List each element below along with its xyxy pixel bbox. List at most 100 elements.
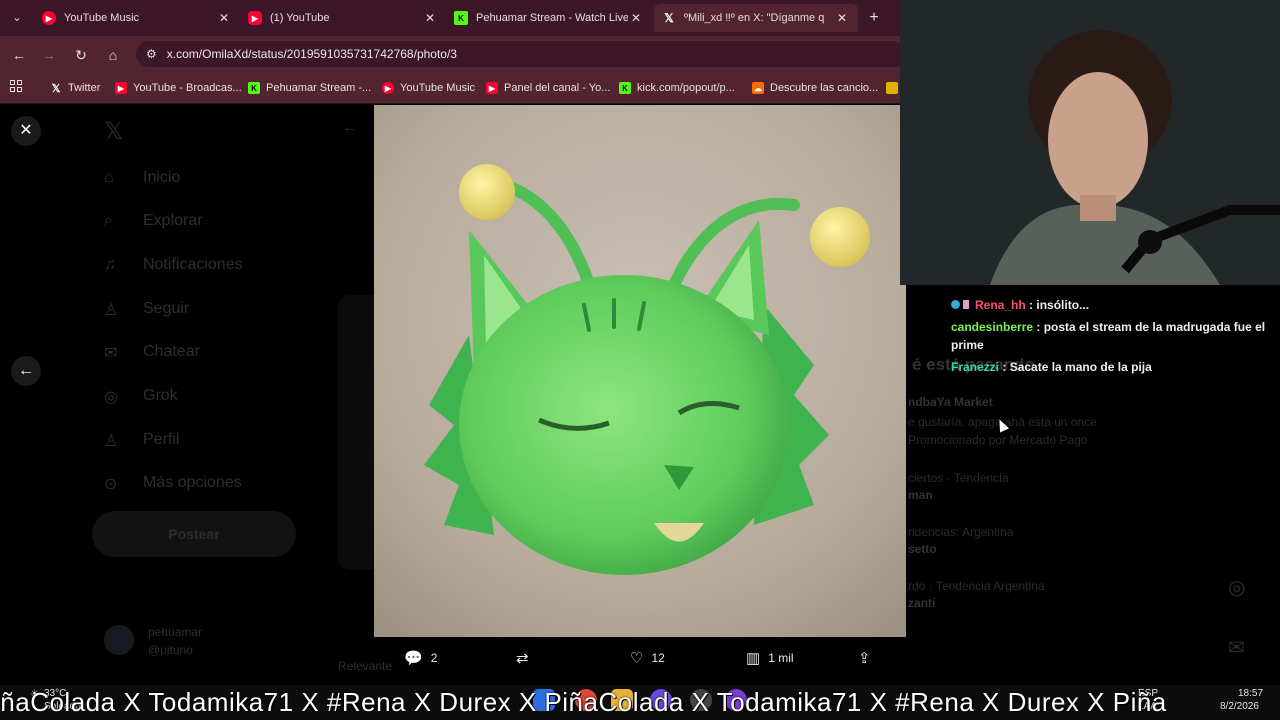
post-button[interactable]: Postear [92,511,296,557]
grok-float-icon[interactable]: ◎ [1228,575,1245,600]
tab-youtube-music[interactable]: ▶ YouTube Music ✕ [34,4,240,32]
address-text: x.com/OmilaXd/status/2019591035731742768… [166,47,457,61]
site-info-icon[interactable]: ⚙ [146,47,157,61]
nav-grok-icon: ◎ [104,389,118,406]
tab-title: ºMili_xd ‼º en X: "Díganme q [684,12,825,24]
bookmark-youtube-music[interactable]: ▶ YouTube Music [382,79,475,97]
comment-icon: 💬 [404,650,423,667]
chat-text: insólito... [1036,298,1090,312]
apps-grid-icon[interactable] [10,80,24,94]
youtube-icon: ▶ [486,82,498,94]
folder-icon [886,82,898,94]
back-icon[interactable]: ← [8,44,30,66]
ticker-text: iñaColada X Todamika71 X #Rena X Durex X… [0,687,1167,717]
bookmark-youtube-broadcast[interactable]: ▶ YouTube - Broadcas... [115,79,242,97]
nav-profile-icon: ♙ [104,433,119,450]
youtube-music-icon: ▶ [382,82,394,94]
close-icon[interactable]: ✕ [834,11,850,25]
post-media-ghost [338,295,374,570]
home-icon[interactable]: ⌂ [102,44,124,66]
bookmark-label: Twitter [68,82,101,94]
bookmark-label: Panel del canal - Yo... [504,82,611,94]
trend-4[interactable]: zanti [908,596,935,610]
bookmarks-bar: 𝕏 Twitter ▶ YouTube - Broadcas... K Pehu… [0,72,900,104]
messages-float-icon[interactable]: ✉ [1228,635,1245,660]
close-icon[interactable]: ✕ [11,116,41,146]
chat-username: Rena_hh [975,298,1026,312]
nav-explore[interactable]: Explorar [143,212,203,230]
green-cat-mask-image [374,105,906,637]
streamer-webcam-image [900,0,1280,285]
arrow-left-icon[interactable]: ← [11,356,41,386]
badge-icon [951,300,960,309]
nav-chat[interactable]: Chatear [143,343,200,361]
trend-3-category: ndencias: Argentina [908,525,1014,539]
bookmark-pehuamar-stream[interactable]: K Pehuamar Stream -... [248,79,371,97]
nav-more[interactable]: Más opciones [143,474,242,492]
youtube-icon: ▶ [248,11,262,25]
reload-icon[interactable]: ↻ [70,44,92,66]
chat-message: Franezzi : Sacate la mano de la pija [951,360,1152,374]
repost-button[interactable]: ⇄ [516,649,537,667]
like-button[interactable]: ♡ 12 [630,649,665,667]
nav-notifications[interactable]: Notificaciones [143,256,243,274]
bookmark-descubre[interactable]: ☁ Descubre las cancio... [752,79,878,97]
x-icon: 𝕏 [664,11,674,25]
back-arrow-icon: ← [342,119,358,136]
trend-4-category: rdo · Tendencia Argentina [908,579,1045,593]
kick-icon: K [619,82,631,94]
bookmark-label: YouTube - Broadcas... [133,82,242,94]
bookmark-kick-popout[interactable]: K kick.com/popout/p... [619,79,735,97]
webcam-feed [900,0,1280,285]
stream-chat: Rena_hh : insólito... candesinberre : po… [951,296,1271,380]
reply-button[interactable]: 💬 2 [404,649,437,667]
post-actions: 💬 2 ⇄ ♡ 12 ▥ 1 mil ⇪ [374,645,906,675]
address-bar[interactable]: ⚙ x.com/OmilaXd/status/20195910357317427… [136,41,906,67]
tab-title: YouTube Music [64,12,140,24]
bookmark-panel-canal[interactable]: ▶ Panel del canal - Yo... [486,79,610,97]
tab-bar: ⌄ ▶ YouTube Music ✕ ▶ (1) YouTube ✕ K Pe… [0,0,900,36]
tab-x-post[interactable]: 𝕏 ºMili_xd ‼º en X: "Díganme q ✕ [654,4,858,32]
close-icon[interactable]: ✕ [216,11,232,25]
nav-profile[interactable]: Perfil [143,431,179,449]
nav-follow-icon: ♙ [104,302,119,319]
reply-count: 2 [430,651,438,665]
nav-home-icon: ⌂ [104,169,114,186]
repost-icon: ⇄ [516,650,529,667]
new-tab-button[interactable]: + [864,8,884,28]
kick-icon: K [454,11,468,25]
browser-toolbar: ← → ↻ ⌂ ⚙ x.com/OmilaXd/status/201959103… [0,36,906,72]
trend-2-category: ciertos · Tendencia [908,471,1009,485]
post-photo[interactable] [374,105,906,637]
chat-message: Rena_hh : insólito... [951,296,1271,314]
x-icon: 𝕏 [51,82,61,95]
close-icon[interactable]: ✕ [628,11,644,25]
forward-icon[interactable]: → [38,44,60,66]
close-icon[interactable]: ✕ [422,11,438,25]
tab-search-icon[interactable]: ⌄ [6,8,28,28]
nav-follow[interactable]: Seguir [143,300,189,318]
chat-username: candesinberre [951,320,1034,334]
youtube-icon: ▶ [115,82,127,94]
share-button[interactable]: ⇪ [858,649,879,667]
nav-mail-icon: ✉ [104,345,118,362]
kick-icon: K [248,82,260,94]
nav-home[interactable]: Inicio [143,169,180,187]
bookmark-twitter[interactable]: 𝕏 Twitter [50,79,101,97]
like-count: 12 [651,651,665,665]
chat-message: candesinberre : posta el stream de la ma… [951,320,1266,352]
trend-3[interactable]: setto [908,542,937,556]
chat-text: Sacate la mano de la pija [1009,360,1152,374]
trend-2[interactable]: man [908,488,933,502]
youtube-music-icon: ▶ [42,11,56,25]
bookmark-label: kick.com/popout/p... [637,82,735,94]
views-button[interactable]: ▥ 1 mil [746,649,794,667]
nav-grok[interactable]: Grok [143,387,178,405]
tab-youtube[interactable]: ▶ (1) YouTube ✕ [240,4,446,32]
tab-kick-stream[interactable]: K Pehuamar Stream - Watch Live ✕ [446,4,652,32]
screen: ⌄ ▶ YouTube Music ✕ ▶ (1) YouTube ✕ K Pe… [0,0,1280,720]
avatar[interactable] [104,625,134,655]
tab-title: Pehuamar Stream - Watch Live [476,12,628,24]
chat-username: Franezzi [951,360,1000,374]
trend-1[interactable]: ndbaYa Market [908,395,993,409]
